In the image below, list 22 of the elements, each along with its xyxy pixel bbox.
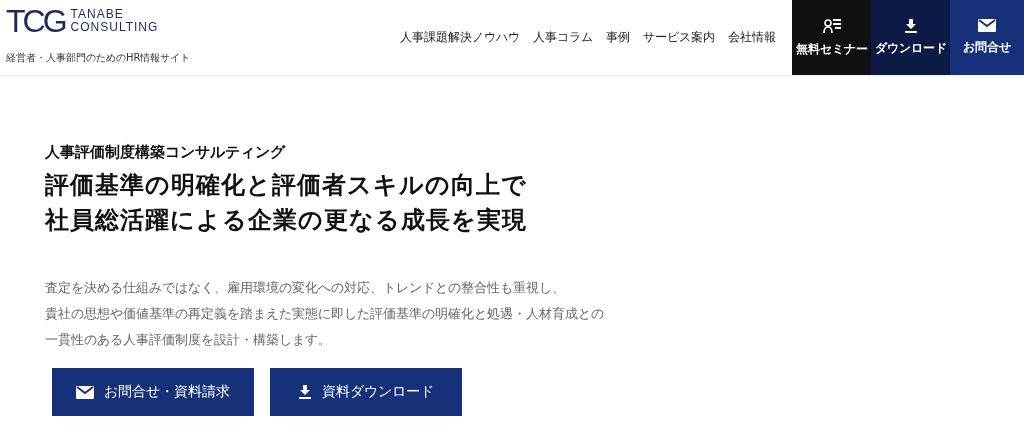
nav-link[interactable]: 人事コラム [533, 29, 594, 46]
download-button[interactable]: ダウンロード [871, 0, 950, 75]
headline: 評価基準の明確化と評価者スキルの向上で 社員総活躍による企業の更なる成長を実現 [45, 170, 528, 236]
logo-text: CONSULTING [70, 21, 159, 34]
mail-icon [76, 385, 94, 399]
download-icon [903, 18, 918, 33]
mail-button[interactable]: お問合せ [950, 0, 1024, 75]
person-icon [822, 17, 841, 34]
tagline: 経営者・人事部門のためのHR情報サイト [6, 51, 192, 65]
nav-link[interactable]: 事例 [606, 29, 631, 46]
nav-link[interactable]: 人事課題解決ノウハウ [400, 29, 521, 46]
eyebrow-heading: 人事評価制度構築コンサルティング [45, 143, 287, 162]
nav-link[interactable]: 会社情報 [728, 29, 777, 46]
download-icon [298, 385, 312, 399]
nav-link[interactable]: サービス案内 [643, 29, 716, 46]
description: 査定を決める仕組みではなく、雇用環境の変化への対応、トレンドとの整合性も重視し、 貴社の思想や価値基準の再定義を踏まえた実態に即した評価基準の明確化と処遇・人材育成との 一貫性のある人事評価制度を設計・構築します。 [45, 279, 605, 349]
download-button[interactable]: 資料ダウンロード [270, 368, 462, 416]
logo-text: TANABE [70, 8, 125, 21]
contact-button[interactable]: お問合せ・資料請求 [52, 368, 254, 416]
logo-mark[interactable]: TCG [6, 6, 65, 36]
seminar-button[interactable]: 無料セミナー [792, 0, 872, 75]
mail-icon [978, 19, 996, 32]
